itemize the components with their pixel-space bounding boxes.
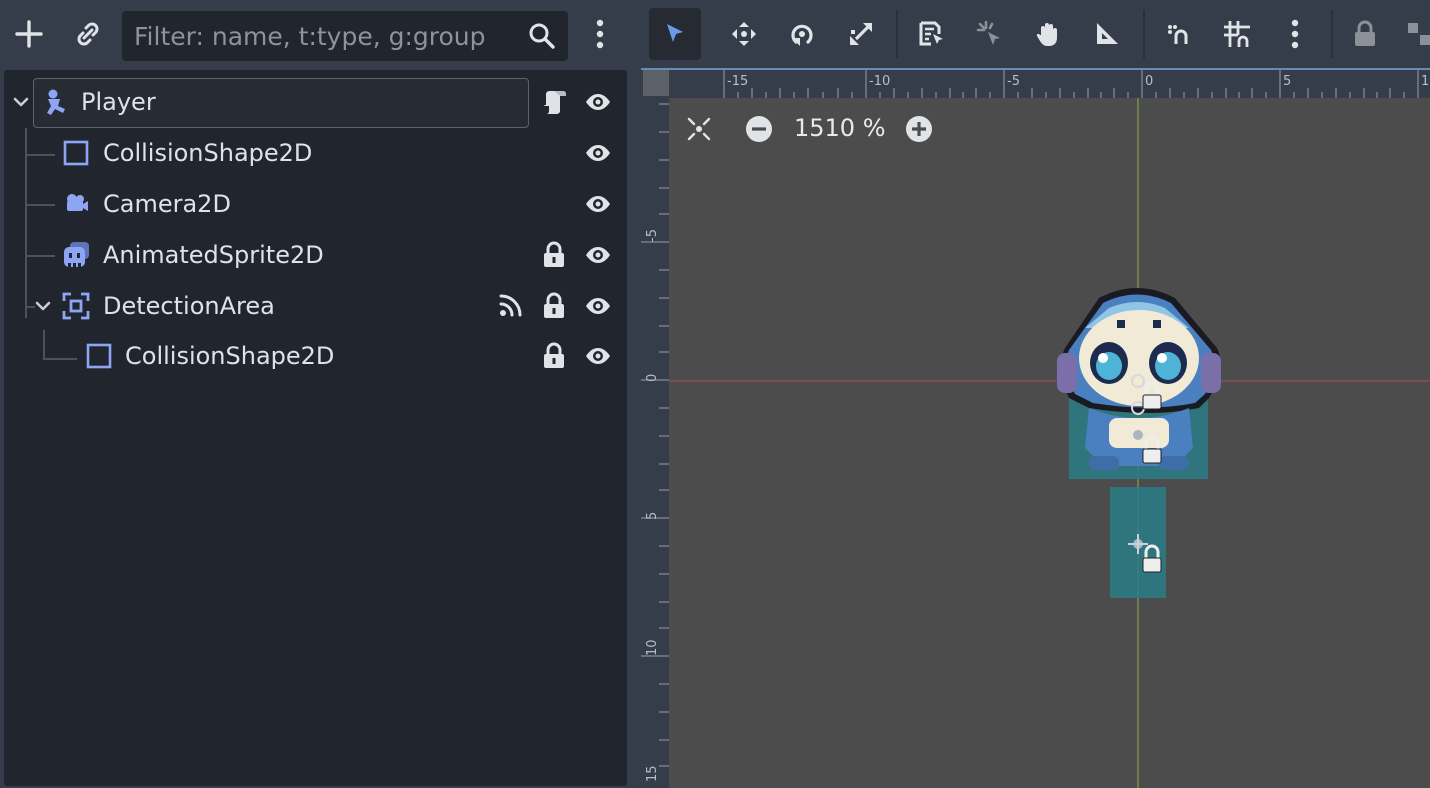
horizontal-ruler: -15 -10 -5 0 5 10 xyxy=(641,68,1430,98)
tree-item-camera2d[interactable]: Camera2D xyxy=(4,180,627,228)
chevron-down-icon[interactable] xyxy=(34,299,52,313)
move-mode-button[interactable] xyxy=(718,8,770,60)
list-select-icon xyxy=(919,21,943,46)
vertical-ruler: -5 0 5 10 15 xyxy=(641,98,669,788)
scene-tree: Player CollisionShape2D Camera2D Animate… xyxy=(4,70,627,786)
grid-snap-icon xyxy=(1224,21,1250,47)
move-icon xyxy=(732,22,756,46)
kebab-menu-icon xyxy=(596,19,604,49)
zoom-level[interactable]: 1510 % xyxy=(794,114,886,142)
scene-toolbar xyxy=(0,0,632,70)
pointer-icon xyxy=(667,24,683,42)
lock-icon[interactable] xyxy=(540,241,568,269)
toolbar-separator xyxy=(1143,10,1145,58)
pan-mode-button[interactable] xyxy=(1022,8,1074,60)
center-view-icon[interactable] xyxy=(685,115,713,143)
scene-canvas[interactable] xyxy=(669,98,1430,788)
tree-item-label: Player xyxy=(81,88,156,116)
eye-icon[interactable] xyxy=(584,88,612,116)
tree-item-collisionshape2d[interactable]: CollisionShape2D xyxy=(4,129,627,177)
ruler-label: 10 xyxy=(1421,74,1430,89)
ruler-label: 0 xyxy=(1145,74,1154,89)
rotate-mode-button[interactable] xyxy=(776,8,828,60)
group-icon xyxy=(1408,23,1430,45)
tree-item-label: CollisionShape2D xyxy=(125,342,335,370)
eye-icon[interactable] xyxy=(584,190,612,218)
toolbar-separator xyxy=(896,10,898,58)
add-node-button[interactable] xyxy=(9,14,49,54)
ruler-ticks xyxy=(641,103,669,767)
signals-icon[interactable] xyxy=(496,292,524,320)
canvas-viewport: -15 -10 -5 0 5 10 -5 0 5 10 15 xyxy=(641,0,1430,788)
eye-icon[interactable] xyxy=(584,292,612,320)
rotate-icon xyxy=(791,24,813,46)
ruler-label: 15 xyxy=(645,765,660,782)
pivot-mode-button[interactable] xyxy=(964,8,1016,60)
search-icon xyxy=(529,23,555,49)
ruler-label: -5 xyxy=(1007,74,1020,89)
ruler-icon xyxy=(1097,23,1118,44)
ruler-ticks xyxy=(723,70,1419,98)
plus-icon xyxy=(15,20,43,48)
area-icon xyxy=(62,292,90,320)
collision-shape-icon xyxy=(86,343,112,369)
scale-mode-button[interactable] xyxy=(835,8,887,60)
dock-splitter[interactable] xyxy=(632,0,641,788)
eye-icon[interactable] xyxy=(584,241,612,269)
lock-icon xyxy=(1355,20,1375,46)
ruler-label: 5 xyxy=(645,511,660,520)
lock-selected-button[interactable] xyxy=(1339,8,1391,60)
viewport-options-button[interactable] xyxy=(1269,8,1321,60)
ruler-label: 0 xyxy=(645,373,660,382)
group-selected-button[interactable] xyxy=(1393,8,1430,60)
script-icon[interactable] xyxy=(540,88,568,116)
tree-item-label: AnimatedSprite2D xyxy=(103,241,324,269)
lock-icon[interactable] xyxy=(540,292,568,320)
tree-item-label: Camera2D xyxy=(103,190,231,218)
hand-icon xyxy=(1036,23,1057,46)
collision-shape-icon xyxy=(63,140,89,166)
kebab-menu-icon xyxy=(1291,19,1299,49)
pivot-icon xyxy=(976,20,1000,45)
ruler-corner xyxy=(643,70,669,96)
tree-item-label: DetectionArea xyxy=(103,292,275,320)
viewport-toolbar xyxy=(641,0,1430,68)
select-mode-button[interactable] xyxy=(649,8,701,60)
tree-item-label: CollisionShape2D xyxy=(103,139,313,167)
filter-field[interactable] xyxy=(122,11,568,61)
eye-icon[interactable] xyxy=(584,342,612,370)
character-body-icon xyxy=(47,89,65,115)
camera-icon xyxy=(67,194,88,211)
zoom-in-icon[interactable] xyxy=(904,114,934,144)
zoom-out-icon[interactable] xyxy=(744,114,774,144)
tree-item-detectionarea[interactable]: DetectionArea xyxy=(4,282,627,330)
link-icon xyxy=(77,22,99,46)
scene-options-button[interactable] xyxy=(582,14,618,54)
tree-item-player[interactable]: Player xyxy=(4,78,627,128)
canvas-drawing xyxy=(669,98,1430,788)
list-select-button[interactable] xyxy=(905,8,957,60)
ruler-mode-button[interactable] xyxy=(1081,8,1133,60)
grid-snap-button[interactable] xyxy=(1211,8,1263,60)
eye-icon[interactable] xyxy=(584,139,612,167)
snap-icon xyxy=(1168,25,1188,44)
ruler-label: 10 xyxy=(645,639,660,656)
lock-icon[interactable] xyxy=(540,342,568,370)
tree-item-collisionshape2d[interactable]: CollisionShape2D xyxy=(4,332,627,380)
scale-icon xyxy=(850,23,872,45)
smart-snap-button[interactable] xyxy=(1153,8,1205,60)
filter-input[interactable] xyxy=(122,11,522,61)
scene-dock: Player CollisionShape2D Camera xyxy=(0,0,632,788)
tree-item-animatedsprite2d[interactable]: AnimatedSprite2D xyxy=(4,231,627,279)
ruler-label: -15 xyxy=(727,74,749,89)
toolbar-separator xyxy=(1331,10,1333,58)
ruler-label: 5 xyxy=(1283,74,1292,89)
ruler-label: -10 xyxy=(869,74,891,89)
chevron-down-icon[interactable] xyxy=(12,95,30,109)
animated-sprite-icon xyxy=(64,242,89,267)
ruler-label: -5 xyxy=(645,229,660,242)
instance-scene-button[interactable] xyxy=(68,14,108,54)
